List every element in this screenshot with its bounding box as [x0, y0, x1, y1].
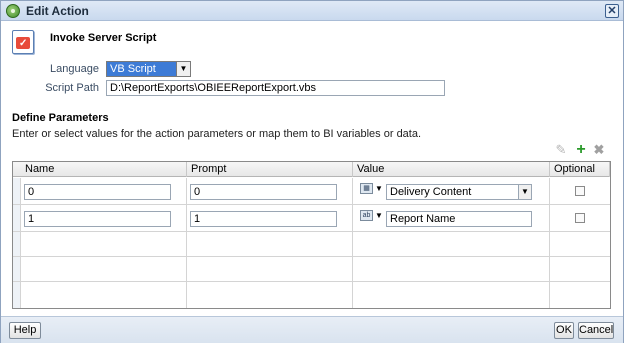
language-label: Language — [50, 63, 99, 75]
text-value-icon[interactable]: ab — [360, 210, 373, 221]
param-name-input[interactable] — [24, 184, 171, 200]
param-value: Delivery Content — [390, 186, 472, 198]
value-type-chevron-icon[interactable]: ▼ — [375, 183, 383, 194]
script-icon: ✓ — [12, 30, 34, 54]
parameters-table: Name Prompt Value Optional ▦ ▼ Delivery … — [12, 161, 611, 309]
table-header: Name Prompt Value Optional — [13, 162, 610, 177]
help-button[interactable]: Help — [9, 322, 41, 339]
language-select[interactable]: VB Script ▼ — [106, 61, 191, 77]
cancel-button[interactable]: Cancel — [578, 322, 614, 339]
param-value-input[interactable]: Report Name — [386, 211, 532, 227]
delete-parameter-icon[interactable]: ✖ — [592, 143, 606, 157]
define-parameters-title: Define Parameters — [12, 112, 109, 124]
param-prompt-input[interactable] — [190, 184, 337, 200]
column-header-optional[interactable]: Optional — [550, 162, 610, 177]
optional-checkbox[interactable] — [575, 186, 585, 196]
value-type-chevron-icon[interactable]: ▼ — [375, 210, 383, 221]
script-path-input[interactable]: D:\ReportExports\OBIEEReportExport.vbs — [106, 80, 445, 96]
title-bar: Edit Action ✕ — [1, 1, 623, 21]
param-name-input[interactable] — [24, 211, 171, 227]
empty-table-row — [13, 232, 610, 257]
edit-parameter-icon[interactable]: ✎ — [554, 143, 568, 157]
empty-table-row — [13, 257, 610, 282]
parameters-description: Enter or select values for the action pa… — [12, 128, 422, 140]
column-value-icon[interactable]: ▦ — [360, 183, 373, 194]
param-value-select[interactable]: Delivery Content ▼ — [386, 184, 532, 200]
ok-button[interactable]: OK — [554, 322, 574, 339]
table-row: ▦ ▼ Delivery Content ▼ — [13, 178, 610, 205]
empty-table-row — [13, 282, 610, 308]
column-header-value[interactable]: Value — [353, 162, 550, 177]
action-type-title: Invoke Server Script — [50, 32, 157, 44]
close-button[interactable]: ✕ — [605, 4, 619, 18]
language-value: VB Script — [110, 63, 156, 75]
app-icon — [6, 4, 20, 18]
dialog-title: Edit Action — [26, 4, 89, 18]
script-path-label: Script Path — [45, 82, 99, 94]
dialog-footer: Help OK Cancel — [1, 316, 623, 343]
edit-action-dialog: Edit Action ✕ ✓ Invoke Server Script Lan… — [0, 0, 624, 343]
chevron-down-icon[interactable]: ▼ — [518, 185, 531, 199]
param-prompt-input[interactable] — [190, 211, 337, 227]
column-header-name[interactable]: Name — [21, 162, 187, 177]
close-icon: ✕ — [607, 5, 617, 17]
table-row: ab ▼ Report Name — [13, 205, 610, 232]
add-parameter-icon[interactable]: + — [574, 142, 588, 158]
optional-checkbox[interactable] — [575, 213, 585, 223]
chevron-down-icon[interactable]: ▼ — [176, 62, 190, 76]
column-header-prompt[interactable]: Prompt — [187, 162, 353, 177]
